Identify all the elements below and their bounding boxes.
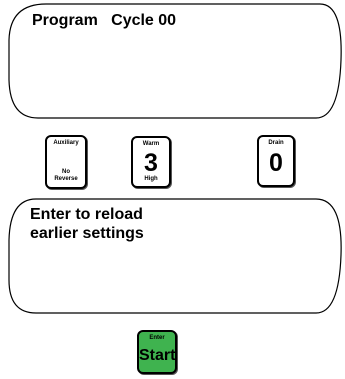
warm-key-value: 3 bbox=[144, 149, 158, 177]
auxiliary-key-label: Auxiliary bbox=[53, 140, 79, 146]
display-panel-top: Program Cycle 00 bbox=[0, 0, 345, 122]
display-top-text: Program Cycle 00 bbox=[32, 12, 177, 29]
drain-key[interactable]: Drain 0 bbox=[257, 135, 295, 187]
drain-key-label: Drain bbox=[268, 140, 284, 146]
auxiliary-sublabel-line2: Reverse bbox=[54, 176, 78, 182]
start-button[interactable]: Enter Start bbox=[137, 330, 177, 374]
start-key-label: Start bbox=[139, 347, 176, 364]
display-bottom-line1: Enter to reload bbox=[30, 206, 143, 223]
warm-key-sublabel: High bbox=[144, 176, 158, 182]
display-bottom-text: Enter to reload earlier settings bbox=[30, 205, 144, 243]
warm-key[interactable]: Warm 3 High bbox=[131, 136, 171, 188]
enter-key-label: Enter bbox=[149, 335, 165, 341]
warm-key-label: Warm bbox=[142, 141, 160, 147]
auxiliary-key[interactable]: Auxiliary No Reverse bbox=[45, 135, 87, 189]
auxiliary-sublabel-line1: No bbox=[62, 169, 70, 175]
display-panel-bottom: Enter to reload earlier settings bbox=[0, 195, 345, 317]
auxiliary-key-sublabel: No Reverse bbox=[47, 169, 85, 183]
drain-key-value: 0 bbox=[269, 149, 283, 177]
display-bottom-line2: earlier settings bbox=[30, 225, 144, 242]
